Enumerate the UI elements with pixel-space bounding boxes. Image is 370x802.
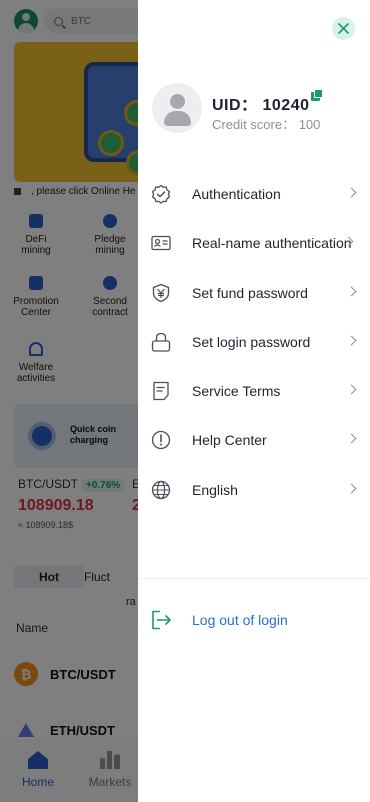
menu-item-set-login-password[interactable]: Set login password [138,324,370,360]
chevron-right-icon [346,433,357,444]
globe-icon [151,480,171,500]
document-icon [153,381,169,401]
menu-label: Authentication [192,186,281,202]
menu-label: Help Center [192,432,267,448]
logout-icon [152,610,171,630]
chevron-right-icon [346,286,357,297]
menu-label: English [192,482,238,498]
menu-item-authentication[interactable]: Authentication [138,176,370,212]
badge-check-icon [151,184,171,204]
chevron-right-icon [346,384,357,395]
menu-label: Set fund password [192,285,308,301]
credit-score: Credit score： 100 [212,117,321,132]
menu-label: Set login password [192,334,311,350]
divider [138,578,370,579]
menu-item-set-fund-password[interactable]: Set fund password [138,275,370,311]
menu-item-language[interactable]: English [138,472,370,508]
menu-item-help-center[interactable]: Help Center [138,422,370,458]
close-icon [338,23,349,34]
id-card-icon [151,235,171,251]
lock-icon [151,332,171,352]
copy-icon[interactable] [311,89,324,101]
uid-label: UID： 10240 [212,97,310,114]
chevron-right-icon [346,335,357,346]
menu-item-service-terms[interactable]: Service Terms [138,373,370,409]
shield-yen-icon [152,283,170,303]
logout-button[interactable]: Log out of login [138,602,370,638]
menu-label: Real-name authentication [192,235,352,251]
chevron-right-icon [346,483,357,494]
menu-item-real-name-authentication[interactable]: Real-name authentication [138,225,370,261]
profile-avatar [152,83,202,133]
close-button[interactable] [332,17,355,40]
info-icon [151,430,171,450]
chevron-right-icon [346,187,357,198]
menu-label: Service Terms [192,383,281,399]
user-drawer: UID： 10240 Credit score： 100 Authenticat… [138,0,370,802]
logout-label: Log out of login [192,612,288,628]
